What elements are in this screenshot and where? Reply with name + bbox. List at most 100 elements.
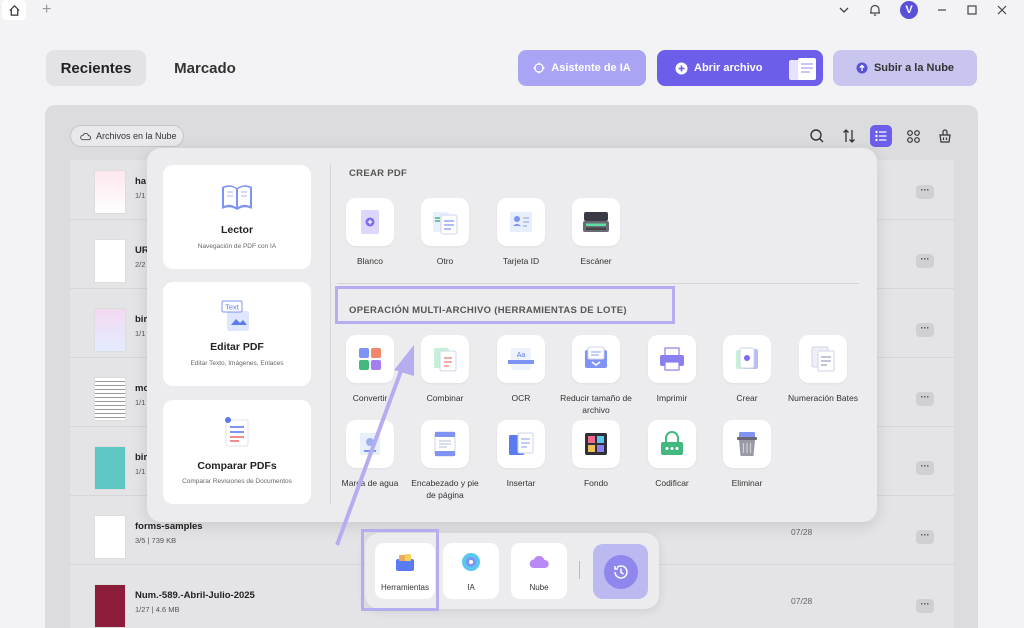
tool-label: Numeración Bates xyxy=(788,393,858,403)
trash-icon xyxy=(737,432,757,456)
ocr-icon: Aa xyxy=(508,348,534,370)
printer-icon xyxy=(660,347,684,371)
list-view-button[interactable] xyxy=(870,125,892,147)
tool-bates[interactable]: Numeración Bates xyxy=(786,335,860,404)
tool-label: Reducir tamaño de archivo xyxy=(560,393,632,415)
new-tab-plus-icon[interactable]: + xyxy=(42,1,51,19)
edit-pdf-title: Editar PDF xyxy=(210,341,264,353)
edit-text-icon: Text xyxy=(221,300,249,331)
tool-insert[interactable]: Insertar xyxy=(484,420,558,489)
tool-label: Tarjeta ID xyxy=(502,256,540,266)
maximize-icon[interactable] xyxy=(966,4,978,16)
tools-button-highlight xyxy=(361,529,439,611)
search-button[interactable] xyxy=(806,125,828,147)
tool-label: Escáner xyxy=(580,256,612,266)
file-name: bir xyxy=(135,314,148,325)
compress-file-icon xyxy=(585,346,607,368)
file-date: 07/28 xyxy=(791,596,813,606)
sync-clock-icon xyxy=(613,564,628,579)
more-options-button[interactable]: ··· xyxy=(916,323,934,337)
bottom-cloud-label: Nube xyxy=(529,583,549,592)
more-options-button[interactable]: ··· xyxy=(916,599,934,613)
list-view-icon xyxy=(875,130,887,142)
tool-label: Combinar xyxy=(426,393,464,403)
bottom-ai-button[interactable]: IA xyxy=(443,543,499,599)
tool-delete[interactable]: Eliminar xyxy=(710,420,784,489)
more-options-button[interactable]: ··· xyxy=(916,392,934,406)
tool-label: Codificar xyxy=(655,478,689,488)
more-options-button[interactable]: ··· xyxy=(916,185,934,199)
more-options-button[interactable]: ··· xyxy=(916,254,934,268)
avatar[interactable]: V xyxy=(900,1,918,19)
file-date: 07/28 xyxy=(791,527,813,537)
bottom-ai-label: IA xyxy=(467,583,475,592)
cloud-files-chip[interactable]: Archivos en la Nube xyxy=(70,125,184,147)
file-name: bir xyxy=(135,452,148,463)
bottom-cloud-button[interactable]: Nube xyxy=(511,543,567,599)
tool-compress[interactable]: Reducir tamaño de archivo xyxy=(559,335,633,416)
watermark-icon xyxy=(360,433,380,455)
lock-icon xyxy=(661,431,683,455)
combine-icon xyxy=(434,348,457,372)
more-options-button[interactable]: ··· xyxy=(916,530,934,544)
tool-convert[interactable]: Convertir xyxy=(333,335,407,404)
file-name: ha xyxy=(135,176,147,187)
documents-illustration-icon xyxy=(789,58,816,80)
file-meta: 1/27 | 4.6 MB xyxy=(135,605,180,614)
cloud-files-label: Archivos en la Nube xyxy=(96,131,177,141)
tool-id-card[interactable]: Tarjeta ID xyxy=(484,198,558,267)
upload-cloud-label: Subir a la Nube xyxy=(873,62,955,74)
tool-create[interactable]: Crear xyxy=(710,335,784,404)
file-meta: 1/1 xyxy=(135,191,146,200)
bottom-sync-button[interactable] xyxy=(593,544,648,599)
open-file-label: Abrir archivo xyxy=(694,62,763,74)
tool-header-footer[interactable]: Encabezado y pie de página xyxy=(408,420,482,501)
tool-combine[interactable]: Combinar xyxy=(408,335,482,404)
other-formats-icon xyxy=(433,212,458,235)
create-pdf-icon xyxy=(736,347,758,369)
tool-background[interactable]: Fondo xyxy=(559,420,633,489)
popup-divider-vertical xyxy=(330,164,331,504)
tool-watermark[interactable]: Marca de agua xyxy=(333,420,407,489)
tool-scanner[interactable]: Escáner xyxy=(559,198,633,267)
tab-recent[interactable]: Recientes xyxy=(46,50,146,86)
more-options-button[interactable]: ··· xyxy=(916,461,934,475)
tab-marked[interactable]: Marcado xyxy=(160,50,250,86)
grid-view-icon xyxy=(906,129,920,143)
bell-icon[interactable] xyxy=(868,3,882,17)
file-meta: 1/1 xyxy=(135,398,146,407)
file-meta: 2/2 xyxy=(135,260,146,269)
plus-circle-icon xyxy=(675,62,688,74)
tool-print[interactable]: Imprimir xyxy=(635,335,709,404)
tool-label: Otro xyxy=(436,256,454,266)
open-file-button[interactable]: Abrir archivo xyxy=(657,50,823,86)
file-meta: 3/5 | 739 KB xyxy=(135,536,177,545)
file-meta: 1/1 xyxy=(135,467,146,476)
sort-icon xyxy=(843,129,855,143)
tool-label: Eliminar xyxy=(731,478,763,488)
svg-text:Aa: Aa xyxy=(517,352,526,359)
tool-other[interactable]: Otro xyxy=(408,198,482,267)
compare-pdf-card[interactable]: Comparar PDFs Comparar Revisiones de Doc… xyxy=(163,400,311,504)
bottom-bar-separator xyxy=(579,561,580,579)
edit-icon-text: Text xyxy=(225,303,240,312)
home-tab[interactable] xyxy=(2,0,26,20)
minimize-icon[interactable] xyxy=(936,4,948,16)
close-icon[interactable] xyxy=(996,4,1008,16)
reader-card[interactable]: Lector Navegación de PDF con IA xyxy=(163,165,311,269)
file-thumbnail xyxy=(94,446,126,490)
ai-target-icon xyxy=(533,62,545,74)
cleanup-button[interactable] xyxy=(934,125,956,147)
home-icon xyxy=(8,4,20,16)
tool-ocr[interactable]: Aa OCR xyxy=(484,335,558,404)
chevron-down-icon[interactable] xyxy=(838,4,850,16)
sort-button[interactable] xyxy=(838,125,860,147)
ai-assistant-button[interactable]: Asistente de IA xyxy=(518,50,646,86)
file-name: forms-samples xyxy=(135,521,203,532)
file-thumbnail xyxy=(94,377,126,421)
edit-pdf-card[interactable]: Text Editar PDF Editar Texto, Imágenes, … xyxy=(163,282,311,386)
tool-blank[interactable]: Blanco xyxy=(333,198,407,267)
grid-view-button[interactable] xyxy=(902,125,924,147)
tool-encrypt[interactable]: Codificar xyxy=(635,420,709,489)
upload-cloud-button[interactable]: Subir a la Nube xyxy=(833,50,977,86)
